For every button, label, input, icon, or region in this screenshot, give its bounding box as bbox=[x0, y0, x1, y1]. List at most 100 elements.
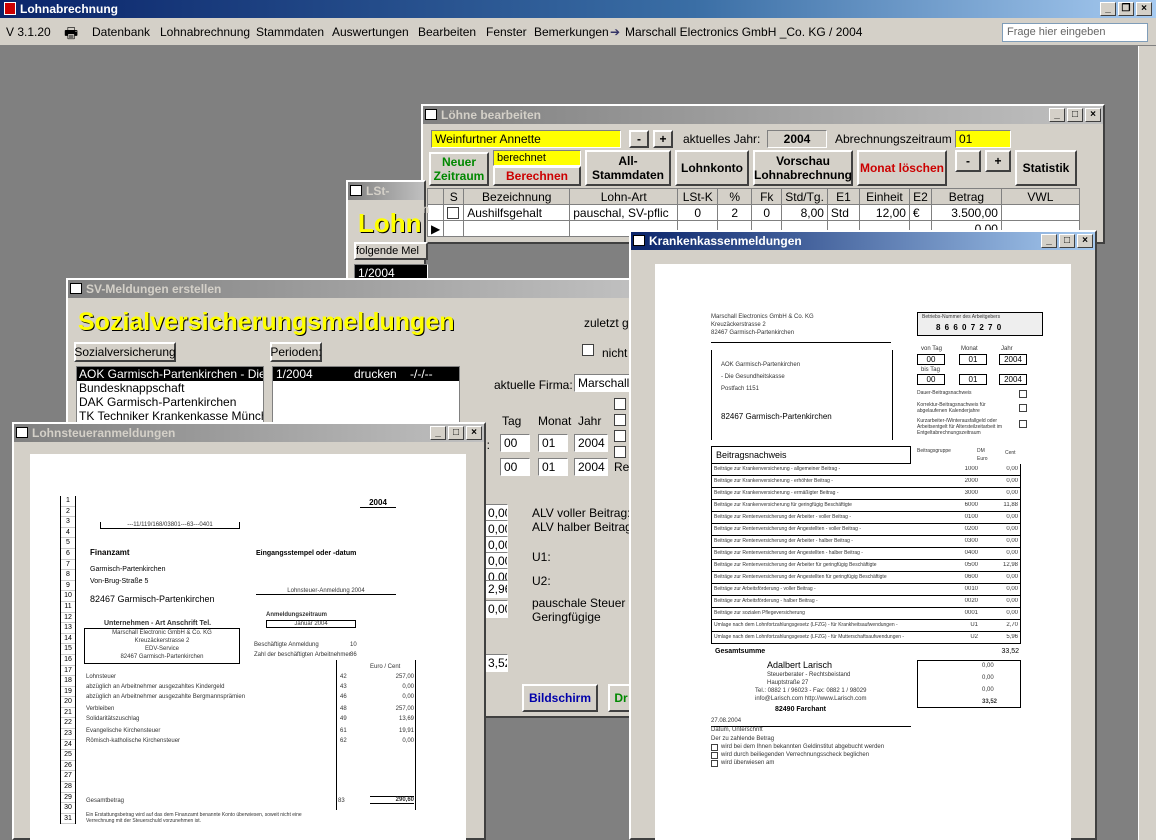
maximize-button[interactable]: □ bbox=[448, 426, 464, 440]
minimize-button[interactable]: _ bbox=[1041, 234, 1057, 248]
sozialversicherung-button[interactable]: Sozialversicherung bbox=[74, 342, 176, 362]
minimize-button[interactable]: _ bbox=[1100, 2, 1116, 16]
lsa-row-cell: Verbleiben bbox=[86, 706, 115, 712]
stempel-label: Eingangsstempel oder -datum bbox=[256, 550, 357, 557]
monat-field[interactable]: 01 bbox=[538, 434, 568, 452]
kk-row-cell: 0010 bbox=[964, 586, 978, 592]
lohnkonto-button[interactable]: Lohnkonto bbox=[675, 150, 749, 186]
kk-row-cell: 2000 bbox=[964, 478, 978, 484]
bis-label: bis Tag bbox=[921, 367, 940, 373]
kk-row-cell: Beiträge zur Rentenversicherung der Ange… bbox=[714, 526, 862, 532]
kk-row-cell: Beiträge zur Krankenversicherung - allge… bbox=[714, 466, 841, 472]
line-number: 22 bbox=[61, 718, 75, 730]
perioden-button[interactable]: Perioden: bbox=[270, 342, 322, 362]
close-button[interactable]: × bbox=[1136, 2, 1152, 16]
menu-auswertungen[interactable]: Auswertungen bbox=[332, 25, 409, 39]
nicht-checkbox[interactable] bbox=[582, 344, 594, 356]
new-period-button[interactable]: Neuer Zeitraum bbox=[429, 152, 489, 186]
zuletzt-label: zuletzt ge bbox=[584, 316, 636, 330]
option-checkbox[interactable] bbox=[614, 430, 626, 442]
kassen-list[interactable]: AOK Garmisch-Partenkirchen - Die Ges Bun… bbox=[76, 366, 264, 424]
separator bbox=[711, 342, 891, 343]
cell[interactable]: Std bbox=[826, 204, 860, 221]
table-row: Beiträge zur Rentenversicherung der Ange… bbox=[711, 524, 1021, 536]
delete-month-button[interactable]: Monat löschen bbox=[857, 150, 947, 186]
close-button[interactable]: × bbox=[1085, 108, 1101, 122]
month-plus-button[interactable]: + bbox=[985, 150, 1011, 172]
period-label: Abrechnungszeitraum bbox=[835, 132, 952, 146]
period-list[interactable]: 1/2004 drucken -/-/-- bbox=[272, 366, 460, 424]
minimize-button[interactable]: _ bbox=[430, 426, 446, 440]
tag-field[interactable]: 00 bbox=[500, 458, 530, 476]
tag-field[interactable]: 00 bbox=[500, 434, 530, 452]
option-checkbox[interactable] bbox=[614, 446, 626, 458]
betr-value: 8 6 6 0 7 2 7 0 bbox=[936, 323, 1003, 332]
cell[interactable]: 2 bbox=[717, 204, 753, 221]
next-employee-button[interactable]: + bbox=[653, 130, 673, 148]
prev-employee-button[interactable]: - bbox=[629, 130, 649, 148]
lst-button[interactable]: folgende Mel bbox=[354, 242, 428, 260]
period-select[interactable]: 01 bbox=[955, 130, 1011, 148]
cell[interactable]: 0 bbox=[751, 204, 783, 221]
list-item[interactable]: TK Techniker Krankenkasse München bbox=[77, 409, 263, 423]
gering-label: Geringfügige bbox=[532, 610, 601, 624]
select-checkbox[interactable] bbox=[447, 207, 460, 220]
list-item[interactable]: 1/2004 drucken -/-/-- bbox=[273, 367, 459, 381]
maximize-button[interactable]: □ bbox=[1059, 234, 1075, 248]
sender-line: Marschall Electronics GmbH & Co. KG bbox=[711, 314, 814, 320]
list-item[interactable]: AOK Garmisch-Partenkirchen - Die Ges bbox=[77, 367, 263, 381]
cell[interactable]: 0 bbox=[677, 204, 719, 221]
employee-select[interactable]: Weinfurtner Annette bbox=[431, 130, 621, 148]
option-checkbox[interactable] bbox=[614, 398, 626, 410]
menu-bemerkungen[interactable]: Bemerkungen bbox=[534, 25, 609, 39]
sender-line: 82467 Garmisch-Partenkirchen bbox=[711, 330, 795, 336]
menu-datenbank[interactable]: Datenbank bbox=[92, 25, 150, 39]
menu-stammdaten[interactable]: Stammdaten bbox=[256, 25, 324, 39]
close-button[interactable]: × bbox=[466, 426, 482, 440]
total-field: 3,52 bbox=[484, 654, 508, 672]
search-input[interactable]: Frage hier eingeben bbox=[1002, 23, 1148, 42]
statistics-button[interactable]: Statistik bbox=[1015, 150, 1077, 186]
cell[interactable]: 3.500,00 bbox=[930, 204, 1002, 221]
cell[interactable]: 8,00 bbox=[781, 204, 828, 221]
gesamt-value: 33,52 bbox=[1001, 648, 1019, 655]
month-minus-button[interactable]: - bbox=[955, 150, 981, 172]
printer-icon[interactable]: 🖶 bbox=[64, 23, 78, 48]
menu-bearbeiten[interactable]: Bearbeiten bbox=[418, 25, 476, 39]
maximize-button[interactable]: □ bbox=[1067, 108, 1083, 122]
jahr-field[interactable]: 2004 bbox=[574, 458, 608, 476]
table-row[interactable]: Aushilfsgehalt pauschal, SV-pflic 0 2 0 8,00 S… bbox=[426, 204, 1080, 221]
unternehmen-label: Unternehmen - Art Anschrift Tel. bbox=[104, 620, 212, 627]
firma-line: 82467 Garmisch-Partenkirchen bbox=[120, 654, 204, 660]
kk-paper: Marschall Electronics GmbH & Co. KG Kreu… bbox=[655, 264, 1071, 840]
line-number: 23 bbox=[61, 729, 75, 740]
cell[interactable]: 12,00 bbox=[858, 204, 910, 221]
line-number: 18 bbox=[61, 676, 75, 687]
arrow-right-icon: ➔ bbox=[610, 25, 621, 39]
list-item[interactable]: Bundesknappschaft bbox=[77, 381, 263, 395]
table-row: Beiträge zur Arbeitsförderung - voller B… bbox=[711, 584, 1021, 596]
cell[interactable]: pauschal, SV-pflic bbox=[569, 204, 679, 221]
lsa-window: Lohnsteueranmeldungen _ □ × 1 2 3 4 5 6 7 8 9 10 11 1… bbox=[12, 422, 486, 840]
close-button[interactable]: × bbox=[1077, 234, 1093, 248]
menu-fenster[interactable]: Fenster bbox=[486, 25, 527, 39]
stammdaten-button[interactable]: All-Stammdaten bbox=[585, 150, 671, 186]
preview-button[interactable]: Vorschau Lohnabrechnung bbox=[753, 150, 853, 186]
minimize-button[interactable]: _ bbox=[1049, 108, 1065, 122]
bn-dm-label: DM bbox=[977, 448, 985, 454]
monat-field[interactable]: 01 bbox=[538, 458, 568, 476]
bis-jahr: 2004 bbox=[999, 374, 1027, 385]
jahr-field[interactable]: 2004 bbox=[574, 434, 608, 452]
main-scrollbar[interactable] bbox=[1138, 46, 1156, 840]
bildschirm-button[interactable]: Bildschirm bbox=[522, 684, 598, 712]
list-item[interactable]: DAK Garmisch-Partenkirchen bbox=[77, 395, 263, 409]
kk-row-cell: 0,00 bbox=[1006, 586, 1018, 592]
cell[interactable]: Aushilfsgehalt bbox=[463, 204, 571, 221]
cell[interactable]: € bbox=[908, 204, 932, 221]
calculate-button[interactable]: Berechnen bbox=[493, 166, 581, 186]
restore-button[interactable]: ❐ bbox=[1118, 2, 1134, 16]
line-number: 6 bbox=[61, 549, 75, 560]
menu-lohnabrechnung[interactable]: Lohnabrechnung bbox=[160, 25, 250, 39]
contact-line: Adalbert Larisch bbox=[767, 660, 833, 670]
option-checkbox[interactable] bbox=[614, 414, 626, 426]
